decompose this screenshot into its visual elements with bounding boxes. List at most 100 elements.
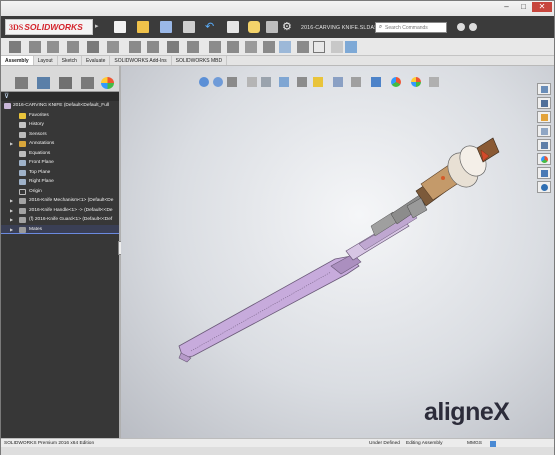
assembly-features-icon[interactable]: [147, 41, 159, 53]
mates-icon: [19, 226, 26, 233]
task-pane-design-library[interactable]: [537, 111, 551, 123]
menu-expand-icon[interactable]: ▸: [95, 22, 103, 31]
task-pane-solidworks-forum[interactable]: [537, 181, 551, 193]
configurationmanager-tab-icon[interactable]: [59, 77, 72, 89]
tree-item-annotations[interactable]: ▶ Annotations: [1, 139, 119, 149]
smart-fasteners-icon[interactable]: [87, 41, 99, 53]
displaymanager-tab-icon[interactable]: [101, 77, 114, 89]
tree-item-top-plane[interactable]: Top Plane: [1, 168, 119, 178]
insert-components-icon[interactable]: [29, 41, 41, 53]
carving-knife-model[interactable]: [121, 66, 554, 438]
undo-icon[interactable]: ↶: [205, 21, 217, 33]
part-icon: [19, 207, 26, 214]
tab-sketch[interactable]: Sketch: [58, 56, 82, 65]
instant3d-icon[interactable]: [263, 41, 275, 53]
tab-evaluate[interactable]: Evaluate: [82, 56, 111, 65]
tab-addins[interactable]: SOLIDWORKS Add-Ins: [110, 56, 172, 65]
select-arrow-icon[interactable]: [227, 21, 239, 33]
task-pane-tabs: [537, 83, 551, 195]
star-icon: [19, 112, 26, 119]
task-pane-custom-properties[interactable]: [537, 167, 551, 179]
large-assembly-mode-icon[interactable]: [313, 41, 325, 53]
open-folder-icon[interactable]: [137, 21, 149, 33]
new-document-icon[interactable]: [114, 21, 126, 33]
knife-handle[interactable]: [415, 137, 500, 207]
maximize-button[interactable]: □: [515, 2, 532, 12]
bottom-border: [1, 447, 554, 455]
assembly-icon: [4, 103, 11, 109]
feature-tree: 2016-CARVING KNIFE (Default<Default_Full…: [1, 101, 119, 234]
solidworks-logo: 3DS SOLIDWORKS: [5, 19, 93, 35]
tab-mbd[interactable]: SOLIDWORKS MBD: [172, 56, 228, 65]
print-icon[interactable]: [183, 21, 195, 33]
file-properties-icon[interactable]: [266, 21, 278, 33]
tree-item-knife-handle[interactable]: ▶ 2016-Knife Handle<1> -> (Default<<De: [1, 206, 119, 216]
save-icon[interactable]: [160, 21, 172, 33]
tree-item-history[interactable]: History: [1, 120, 119, 130]
take-snapshot-icon[interactable]: [297, 41, 309, 53]
tree-item-front-plane[interactable]: Front Plane: [1, 158, 119, 168]
rebuild-icon[interactable]: [248, 21, 260, 33]
tab-assembly[interactable]: Assembly: [1, 56, 34, 65]
new-motion-study-icon[interactable]: [187, 41, 199, 53]
featuremanager-tab-icon[interactable]: [15, 77, 28, 89]
featuremanager-panel: ⊽ 2016-CARVING KNIFE (Default<Default_Fu…: [1, 66, 119, 438]
mate-icon[interactable]: [47, 41, 59, 53]
help-icons: [457, 23, 477, 31]
expand-arrow-icon[interactable]: ▶: [10, 139, 13, 149]
task-pane-resources[interactable]: [537, 97, 551, 109]
task-pane-appearances[interactable]: [537, 153, 551, 165]
command-toolbar: 3DS SOLIDWORKS ▸ ↶ ⚙ 2016-CARVING KNIFE.…: [1, 16, 554, 38]
knife-blade[interactable]: [178, 253, 362, 363]
graphics-area[interactable]: aligneX: [121, 66, 554, 438]
options-gear-icon[interactable]: ⚙: [282, 21, 294, 33]
units-menu-icon[interactable]: [490, 440, 496, 447]
solidworks-window: – □ ✕ 3DS SOLIDWORKS ▸ ↶ ⚙ 2016-CARVING …: [0, 0, 555, 455]
tree-item-knife-guard[interactable]: ▶ (f) 2016-Knife Guard<1> (Default<<Def: [1, 215, 119, 225]
move-component-icon[interactable]: [107, 41, 119, 53]
expand-arrow-icon[interactable]: ▶: [10, 225, 13, 235]
tree-item-origin[interactable]: Origin: [1, 187, 119, 197]
filter-icon: ⊽: [4, 93, 10, 100]
display-icon[interactable]: [345, 41, 357, 53]
expand-arrow-icon[interactable]: ▶: [10, 215, 13, 225]
minimize-button[interactable]: –: [498, 2, 515, 12]
plane-icon: [19, 169, 26, 176]
explode-line-sketch-icon[interactable]: [245, 41, 257, 53]
help-icon[interactable]: [457, 23, 465, 31]
logo-brand: 3DS: [9, 22, 24, 32]
tree-item-mates[interactable]: ▶ Mates: [1, 224, 119, 235]
tree-item-right-plane[interactable]: Right Plane: [1, 177, 119, 187]
propertymanager-tab-icon[interactable]: [37, 77, 50, 89]
update-speedpak-icon[interactable]: [279, 41, 291, 53]
camera-icon[interactable]: [331, 41, 343, 53]
document-title: 2016-CARVING KNIFE.SLDASM *: [301, 25, 387, 31]
tree-item-favorites[interactable]: Favorites: [1, 111, 119, 121]
tree-root[interactable]: 2016-CARVING KNIFE (Default<Default_Full: [1, 101, 119, 111]
close-button[interactable]: ✕: [532, 2, 552, 12]
tab-layout[interactable]: Layout: [34, 56, 58, 65]
window-controls: – □ ✕: [498, 2, 552, 12]
linear-pattern-icon[interactable]: [67, 41, 79, 53]
tree-filter[interactable]: ⊽: [1, 92, 119, 101]
dimxpert-tab-icon[interactable]: [81, 77, 94, 89]
exploded-view-icon[interactable]: [227, 41, 239, 53]
user-icon[interactable]: [469, 23, 477, 31]
search-commands-box[interactable]: ⌕ Search Commands: [375, 22, 447, 33]
plane-icon: [19, 179, 26, 185]
show-hidden-icon[interactable]: [129, 41, 141, 53]
task-pane-file-explorer[interactable]: [537, 125, 551, 137]
expand-arrow-icon[interactable]: ▶: [10, 206, 13, 216]
task-pane-home[interactable]: [537, 83, 551, 95]
sensor-icon: [19, 131, 26, 138]
tree-item-equations[interactable]: Equations: [1, 149, 119, 159]
tree-item-knife-mechanism[interactable]: ▶ 2016-Knife Mechanism<1> (Default<De: [1, 196, 119, 206]
task-pane-view-palette[interactable]: [537, 139, 551, 151]
edit-component-icon[interactable]: [9, 41, 21, 53]
plane-icon: [19, 160, 26, 166]
bill-of-materials-icon[interactable]: [209, 41, 221, 53]
expand-arrow-icon[interactable]: ▶: [10, 196, 13, 206]
tree-item-sensors[interactable]: Sensors: [1, 130, 119, 140]
reference-geometry-icon[interactable]: [167, 41, 179, 53]
part-icon: [19, 198, 26, 204]
